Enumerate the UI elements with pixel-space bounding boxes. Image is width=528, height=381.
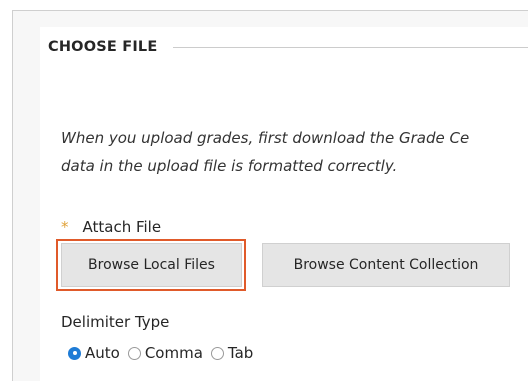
panel-border-left <box>12 10 13 381</box>
upload-panel: CHOOSE FILE When you upload grades, firs… <box>0 0 528 381</box>
panel-border-top <box>12 10 528 11</box>
section-header: CHOOSE FILE <box>40 28 528 66</box>
radio-comma-label: Comma <box>144 344 203 362</box>
radio-comma[interactable] <box>127 346 141 360</box>
delimiter-option-tab[interactable]: Tab <box>210 344 254 362</box>
attach-file-label: Attach File <box>82 218 162 236</box>
attach-file-row: * Attach File <box>61 218 161 236</box>
browse-local-files-button[interactable]: Browse Local Files <box>61 243 242 287</box>
delimiter-option-comma[interactable]: Comma <box>127 344 203 362</box>
delimiter-type-label: Delimiter Type <box>61 313 170 331</box>
instructions-line-2: data in the upload file is formatted cor… <box>61 157 398 175</box>
radio-tab[interactable] <box>210 346 224 360</box>
delimiter-radio-group: Auto Comma Tab <box>68 344 261 362</box>
section-divider <box>173 46 528 48</box>
instructions-line-1: When you upload grades, first download t… <box>61 129 470 147</box>
radio-tab-label: Tab <box>227 344 254 362</box>
radio-auto-label: Auto <box>85 344 120 362</box>
browse-content-collection-button[interactable]: Browse Content Collection <box>262 243 510 287</box>
radio-auto[interactable] <box>68 346 81 360</box>
section-title: CHOOSE FILE <box>48 39 158 55</box>
delimiter-option-auto[interactable]: Auto <box>68 344 120 362</box>
required-icon: * <box>61 218 69 236</box>
upload-instructions: When you upload grades, first download t… <box>61 124 528 180</box>
